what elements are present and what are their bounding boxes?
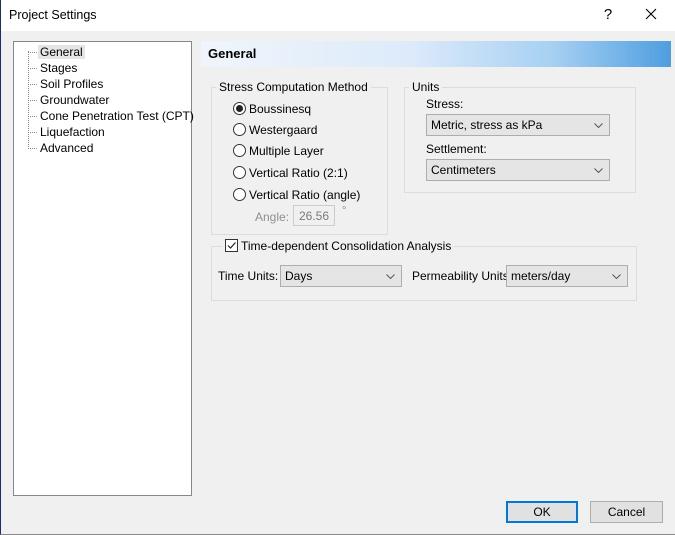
- tree-item-stages[interactable]: Stages: [28, 60, 79, 76]
- settlement-units-dropdown[interactable]: Centimeters: [426, 159, 610, 181]
- radio-boussinesq[interactable]: Boussinesq: [233, 101, 311, 117]
- settings-tree: General Stages Soil Profiles Groundwater…: [13, 41, 194, 496]
- help-button[interactable]: ?: [597, 2, 619, 28]
- settlement-units-label: Settlement:: [426, 142, 487, 156]
- tree-item-label: Stages: [40, 61, 78, 75]
- project-settings-dialog: Project Settings ? General Stages Soil P…: [0, 0, 675, 535]
- stress-units-label: Stress:: [426, 97, 464, 111]
- title-bar: Project Settings ?: [1, 0, 675, 31]
- time-units-label: Time Units:: [218, 269, 279, 283]
- window-title: Project Settings: [9, 8, 97, 22]
- tree-item-label: General: [38, 45, 85, 59]
- tree-item-label: Soil Profiles: [40, 77, 104, 91]
- radio-unchecked-icon: [233, 188, 246, 201]
- consolidation-checkbox[interactable]: Time-dependent Consolidation Analysis: [222, 239, 455, 253]
- cancel-button[interactable]: Cancel: [590, 501, 663, 523]
- tree-item-label: Advanced: [40, 141, 94, 155]
- radio-unchecked-icon: [233, 123, 246, 136]
- radio-multiple-layer[interactable]: Multiple Layer: [233, 143, 324, 159]
- radio-vertical-ratio-2-1[interactable]: Vertical Ratio (2:1): [233, 165, 348, 181]
- tree-item-cpt[interactable]: Cone Penetration Test (CPT): [28, 108, 196, 124]
- tree-item-soil-profiles[interactable]: Soil Profiles: [28, 76, 105, 92]
- permeability-units-label: Permeability Units: [412, 269, 509, 283]
- chevron-down-icon: [594, 123, 603, 128]
- section-title: General: [208, 46, 257, 61]
- tree-item-advanced[interactable]: Advanced: [28, 140, 95, 156]
- radio-vertical-ratio-angle[interactable]: Vertical Ratio (angle): [233, 187, 360, 203]
- tree-item-liquefaction[interactable]: Liquefaction: [28, 124, 107, 140]
- angle-input[interactable]: 26.56: [293, 205, 335, 226]
- chevron-down-icon: [612, 274, 621, 279]
- chevron-down-icon: [594, 168, 603, 173]
- stress-method-legend: Stress Computation Method: [216, 80, 371, 94]
- tree-item-label: Cone Penetration Test (CPT): [40, 109, 194, 123]
- tree-item-label: Groundwater: [40, 93, 110, 107]
- time-units-dropdown[interactable]: Days: [280, 265, 402, 287]
- permeability-units-dropdown[interactable]: meters/day: [506, 265, 628, 287]
- angle-label: Angle:: [255, 210, 290, 224]
- radio-checked-icon: [233, 102, 246, 115]
- radio-westergaard[interactable]: Westergaard: [233, 122, 317, 138]
- checkbox-checked-icon: [225, 239, 238, 252]
- close-icon: [645, 8, 657, 20]
- radio-unchecked-icon: [233, 166, 246, 179]
- ok-button[interactable]: OK: [506, 501, 578, 523]
- angle-unit: °: [342, 205, 347, 217]
- section-header: General: [201, 41, 671, 67]
- tree-item-general[interactable]: General: [28, 44, 85, 60]
- stress-units-dropdown[interactable]: Metric, stress as kPa: [426, 114, 610, 136]
- radio-unchecked-icon: [233, 144, 246, 157]
- close-button[interactable]: [639, 2, 663, 28]
- tree-item-groundwater[interactable]: Groundwater: [28, 92, 111, 108]
- chevron-down-icon: [386, 274, 395, 279]
- tree-item-label: Liquefaction: [40, 125, 105, 139]
- units-legend: Units: [409, 80, 443, 94]
